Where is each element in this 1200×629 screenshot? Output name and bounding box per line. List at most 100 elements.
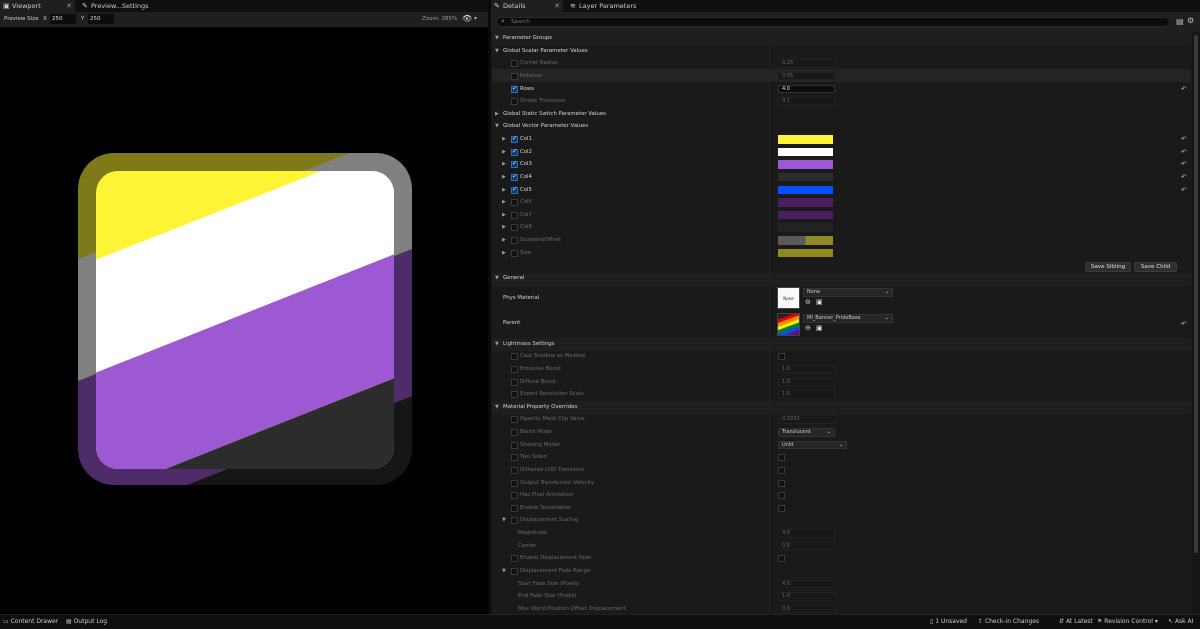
reset-to-default-icon[interactable]: ↶ bbox=[1181, 133, 1186, 146]
override-checkbox[interactable] bbox=[511, 492, 518, 500]
reset-to-default-icon[interactable]: ↶ bbox=[1181, 320, 1186, 328]
value-checkbox[interactable] bbox=[778, 504, 785, 512]
override-checkbox[interactable] bbox=[511, 567, 518, 575]
value-field[interactable]: 4.0 bbox=[778, 84, 835, 94]
color-swatch[interactable] bbox=[778, 135, 833, 144]
scalar-param[interactable]: Stroke Thickness 0.1 bbox=[492, 95, 1190, 108]
gear-icon[interactable]: ⚙ bbox=[1187, 16, 1194, 25]
chevron-right-icon[interactable]: ▶ bbox=[502, 171, 506, 184]
chevron-down-icon[interactable]: ▼ bbox=[495, 45, 499, 58]
chevron-right-icon[interactable]: ▶ bbox=[495, 108, 499, 121]
reset-to-default-icon[interactable]: ↶ bbox=[1181, 158, 1186, 171]
chevron-down-icon[interactable]: ▼ bbox=[495, 120, 499, 133]
tab-layer-parameters[interactable]: ≋ Layer Parameters bbox=[567, 0, 657, 12]
eye-icon[interactable]: 👁 bbox=[462, 14, 472, 23]
tab-details[interactable]: ✎ Details ✕ bbox=[491, 0, 563, 12]
lightmass-param[interactable]: Export Resolution Scale 1.0 bbox=[492, 388, 1190, 401]
close-icon[interactable]: ✕ bbox=[554, 0, 560, 12]
override-checkbox[interactable] bbox=[511, 211, 518, 219]
lightmass-param[interactable]: Cast Shadow as Masked bbox=[492, 350, 1190, 363]
override-checkbox[interactable] bbox=[511, 353, 518, 361]
override-checkbox[interactable] bbox=[511, 504, 518, 512]
chevron-right-icon[interactable]: ▶ bbox=[502, 158, 506, 171]
value-field[interactable]: 4.0 bbox=[778, 529, 835, 538]
override-param[interactable]: ▼ Displacement Fade Range bbox=[492, 565, 1190, 578]
save-sibling-button[interactable]: Save Sibling bbox=[1085, 262, 1131, 272]
close-icon[interactable]: ✕ bbox=[66, 0, 72, 12]
override-checkbox[interactable] bbox=[511, 249, 518, 257]
override-checkbox[interactable] bbox=[511, 466, 518, 474]
override-checkbox[interactable] bbox=[511, 391, 518, 399]
vector-param[interactable]: ▶ Col3 ↶ bbox=[492, 158, 1190, 171]
chevron-down-icon[interactable]: ▼ bbox=[495, 401, 499, 414]
value-field[interactable]: 0.1 bbox=[778, 97, 835, 106]
chevron-down-icon[interactable]: ▼ bbox=[502, 514, 506, 527]
color-swatch[interactable] bbox=[778, 160, 833, 169]
override-checkbox[interactable] bbox=[511, 441, 518, 449]
chevron-right-icon[interactable]: ▶ bbox=[502, 234, 506, 247]
vector-param[interactable]: ▶ Size bbox=[492, 247, 1190, 260]
override-checkbox[interactable] bbox=[511, 224, 518, 232]
override-checkbox[interactable] bbox=[511, 378, 518, 386]
use-selected-icon[interactable]: ⊖ bbox=[805, 298, 811, 306]
preview-x-input[interactable]: 250 bbox=[50, 14, 76, 24]
vector-param[interactable]: ▶ Col1 ↶ bbox=[492, 133, 1190, 146]
color-swatch[interactable] bbox=[778, 198, 833, 207]
reset-to-default-icon[interactable]: ↶ bbox=[1181, 146, 1186, 159]
value-checkbox[interactable] bbox=[778, 555, 785, 563]
vector-param[interactable]: ▶ Col2 ↶ bbox=[492, 146, 1190, 159]
chevron-right-icon[interactable]: ▶ bbox=[502, 133, 506, 146]
unsaved-button[interactable]: ▯ 1 Unsaved bbox=[930, 615, 967, 629]
scalar-param[interactable]: Corner Radius 0.25 bbox=[492, 57, 1190, 70]
vector-param[interactable]: ▶ Col8 bbox=[492, 221, 1190, 234]
value-checkbox[interactable] bbox=[778, 466, 785, 474]
color-swatch[interactable] bbox=[778, 248, 833, 258]
browse-folder-icon[interactable]: ▣ bbox=[816, 298, 823, 306]
override-checkbox[interactable] bbox=[511, 429, 518, 437]
viewport-canvas[interactable] bbox=[0, 27, 488, 614]
override-param[interactable]: Start Fade Size (Pixels) 4.0 bbox=[492, 578, 1190, 591]
scalar-param[interactable]: Rotation 0.05 bbox=[492, 70, 1190, 83]
override-checkbox[interactable] bbox=[511, 555, 518, 563]
reset-to-default-icon[interactable]: ↶ bbox=[1181, 83, 1186, 96]
color-swatch[interactable] bbox=[778, 147, 833, 157]
override-checkbox[interactable] bbox=[511, 454, 518, 462]
chevron-down-icon[interactable]: ▼ bbox=[495, 32, 499, 45]
value-field[interactable]: 0.05 bbox=[778, 71, 835, 81]
chevron-down-icon[interactable]: ▼ bbox=[495, 338, 499, 351]
override-param[interactable]: Dithered LOD Transition bbox=[492, 464, 1190, 477]
override-checkbox[interactable] bbox=[511, 72, 518, 80]
scrollbar-thumb[interactable] bbox=[1194, 35, 1198, 553]
color-swatch[interactable] bbox=[778, 172, 833, 182]
vector-param[interactable]: ▶ Col4 ↶ bbox=[492, 171, 1190, 184]
tab-viewport[interactable]: ▣ Viewport ✕ bbox=[0, 0, 75, 12]
value-checkbox[interactable] bbox=[778, 353, 785, 361]
lightmass-param[interactable]: Diffuse Boost 1.0 bbox=[492, 376, 1190, 389]
override-checkbox[interactable] bbox=[511, 199, 518, 207]
override-param[interactable]: Center 0.5 bbox=[492, 540, 1190, 553]
scrollbar-track[interactable] bbox=[1192, 32, 1200, 614]
value-field[interactable]: 4.0 bbox=[778, 579, 835, 589]
scalar-param[interactable]: Rows 4.0 ↶ bbox=[492, 83, 1190, 96]
value-field[interactable]: 0.5 bbox=[778, 541, 835, 551]
vector-param[interactable]: ▶ ScaleandOffset bbox=[492, 234, 1190, 247]
value-field[interactable]: 1.0 bbox=[778, 390, 835, 399]
override-checkbox[interactable] bbox=[511, 237, 518, 245]
output-log-button[interactable]: ▤ Output Log bbox=[66, 615, 107, 629]
value-checkbox[interactable] bbox=[778, 492, 785, 500]
override-param[interactable]: Opacity Mask Clip Value 0.3333 bbox=[492, 413, 1190, 426]
override-checkbox[interactable] bbox=[511, 133, 518, 146]
color-swatch[interactable] bbox=[778, 236, 833, 245]
override-checkbox[interactable] bbox=[511, 60, 518, 68]
override-param[interactable]: Output Translucent Velocity bbox=[492, 477, 1190, 490]
save-child-button[interactable]: Save Child bbox=[1134, 262, 1177, 272]
value-field[interactable]: 1.0 bbox=[778, 377, 835, 387]
checkin-button[interactable]: ⇪ Check-in Changes bbox=[978, 615, 1039, 629]
override-param[interactable]: Blend Mode Translucent ⌄ bbox=[492, 426, 1190, 439]
value-checkbox[interactable] bbox=[778, 454, 785, 462]
chevron-down-icon[interactable]: ▼ bbox=[502, 565, 506, 578]
override-param[interactable]: Enable Tessellation bbox=[492, 502, 1190, 515]
phys-material-dropdown[interactable]: None ⌄ bbox=[803, 288, 893, 297]
chevron-right-icon[interactable]: ▶ bbox=[502, 196, 506, 209]
vector-param[interactable]: ▶ Col7 bbox=[492, 209, 1190, 222]
